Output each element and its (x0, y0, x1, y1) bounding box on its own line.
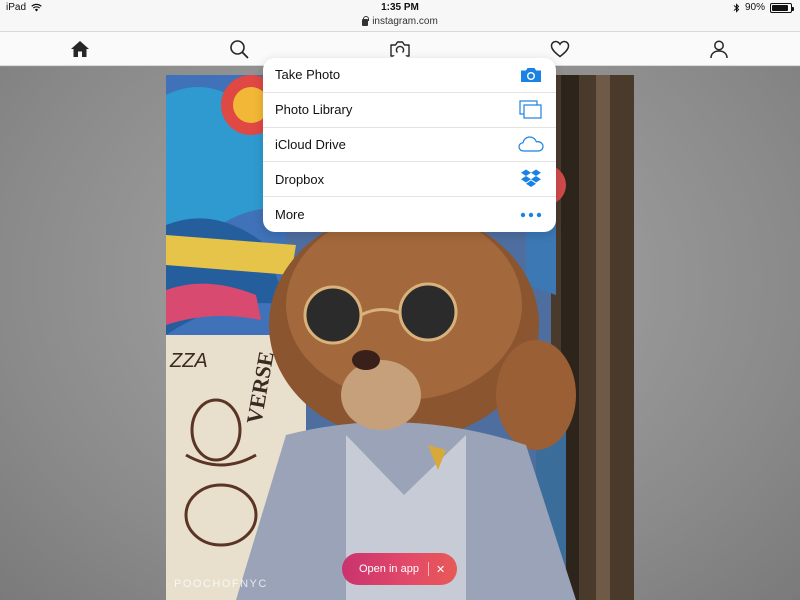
status-time: 1:35 PM (381, 2, 419, 13)
home-icon (71, 41, 89, 57)
nav-activity[interactable] (547, 37, 573, 61)
nav-home[interactable] (67, 37, 93, 61)
profile-icon (710, 40, 728, 59)
battery-icon (770, 2, 794, 13)
close-icon[interactable]: ✕ (436, 563, 445, 576)
menu-item-dropbox[interactable]: Dropbox (263, 162, 556, 198)
lock-icon (362, 16, 370, 26)
menu-item-label: Dropbox (275, 171, 325, 187)
camera-icon (518, 64, 544, 86)
popover-arrow (391, 50, 409, 59)
open-in-app-button[interactable]: Open in app (342, 562, 429, 576)
bluetooth-icon (733, 2, 740, 13)
photo-library-icon (518, 99, 544, 121)
svg-text:ZZA: ZZA (169, 350, 208, 372)
status-right: 90% (733, 2, 794, 13)
menu-item-icloud-drive[interactable]: iCloud Drive (263, 128, 556, 163)
menu-item-more[interactable]: More (263, 197, 556, 232)
menu-item-label: Take Photo (275, 67, 341, 83)
more-dots-icon (518, 204, 544, 226)
cloud-icon (518, 133, 544, 155)
upload-action-sheet: Take Photo Photo Library iCloud Drive Dr… (263, 58, 556, 232)
nav-profile[interactable] (706, 37, 732, 61)
battery-percent: 90% (744, 2, 765, 13)
menu-item-label: More (275, 207, 305, 223)
url-domain: instagram.com (372, 16, 438, 27)
menu-item-label: Photo Library (275, 102, 353, 118)
menu-item-take-photo[interactable]: Take Photo (263, 58, 556, 93)
photo-watermark: POOCHOFNYC (174, 578, 268, 590)
url-bar[interactable]: instagram.com (0, 16, 800, 32)
search-icon (230, 40, 249, 59)
menu-item-photo-library[interactable]: Photo Library (263, 93, 556, 128)
menu-item-label: iCloud Drive (275, 136, 346, 152)
nav-search[interactable] (226, 37, 252, 61)
open-in-app-banner: Open in app ✕ (342, 553, 457, 585)
dropbox-icon (518, 168, 544, 190)
battery-fill (772, 4, 789, 11)
status-bar: iPad 1:35 PM 90% (0, 0, 800, 16)
heart-icon (550, 40, 570, 58)
